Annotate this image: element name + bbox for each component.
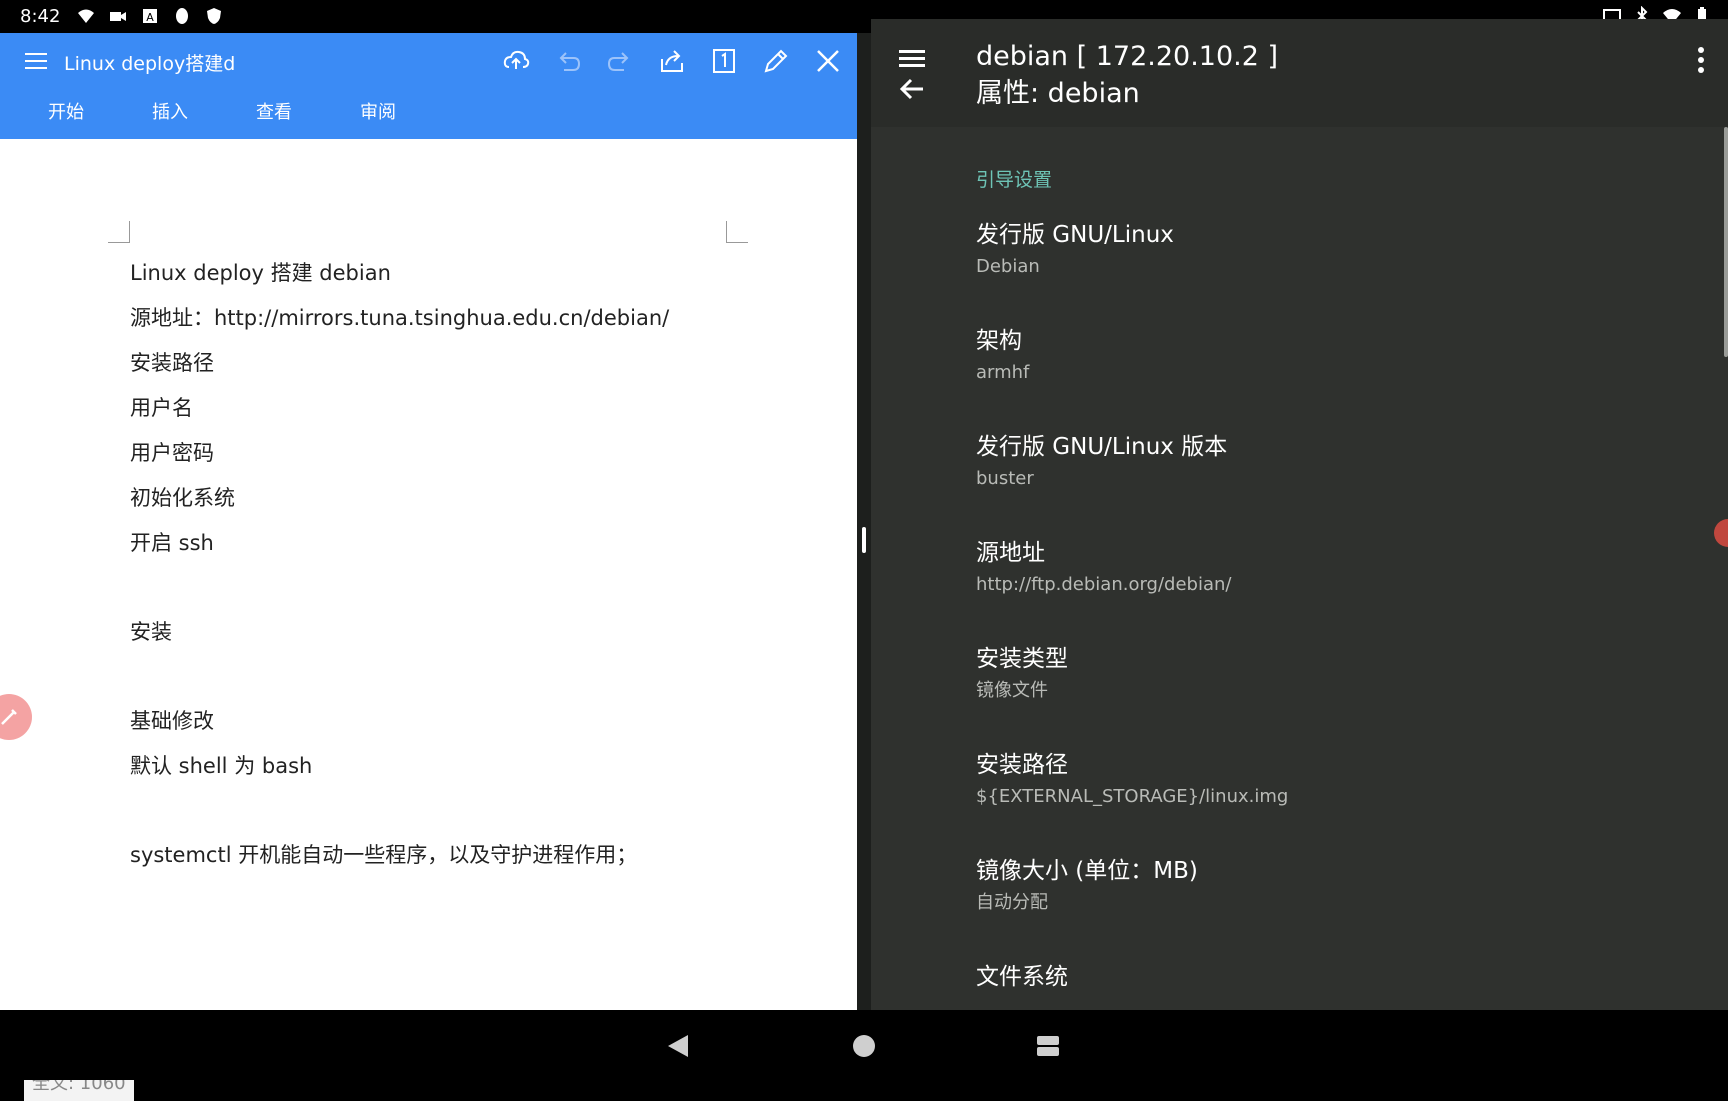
doc-title: Linux deploy搭建d [64,53,236,75]
pref-summary: 自动分配 [976,892,1048,913]
page-number-button[interactable] [706,43,742,79]
hamburger-menu-icon[interactable] [22,47,50,75]
svg-text:A: A [146,11,154,24]
cloud-upload-icon [503,50,530,69]
font-a-icon: A [143,9,157,24]
status-left-icons: A [76,6,224,26]
pref-suite[interactable]: 发行版 GNU/Linux 版本 buster [976,407,1716,513]
pref-title: 安装路径 [976,752,1068,778]
pref-summary: Debian [976,256,1040,277]
tab-review[interactable]: 审阅 [326,93,430,139]
undo-button[interactable] [550,43,586,79]
pref-title: 文件系统 [976,964,1068,990]
doc-line: 安装路径 [130,351,214,375]
pref-title: 架构 [976,328,1022,354]
navigation-bar [0,1010,1728,1080]
floating-edit-button[interactable] [0,694,32,740]
split-screen-handle[interactable] [862,527,866,553]
pref-source-path[interactable]: 源地址 http://ftp.debian.org/debian/ [976,513,1716,619]
page-number-icon [713,49,735,73]
nav-back-icon[interactable] [666,1033,690,1059]
tab-insert[interactable]: 插入 [118,93,222,139]
pref-summary: http://ftp.debian.org/debian/ [976,574,1232,595]
pref-title: 发行版 GNU/Linux 版本 [976,434,1228,460]
brush-icon [1,709,17,725]
floating-assistant-dot[interactable] [1714,519,1728,547]
redo-icon [607,52,629,71]
pref-summary: armhf [976,362,1030,383]
doc-line: 开启 ssh [130,531,214,555]
doc-line [130,789,830,833]
pref-title: 发行版 GNU/Linux [976,222,1174,248]
pref-title: 镜像大小 (单位：MB) [976,858,1198,884]
doc-line: 安装 [130,620,172,644]
doc-line: 用户密码 [130,441,214,465]
doc-editor-pane: Linux deploy搭建d 开始 插入 查看 审阅 Linux deploy… [0,33,857,1101]
doc-toolbar: Linux deploy搭建d 开始 插入 查看 审阅 [0,33,857,139]
pref-summary: ${EXTERNAL_STORAGE}/linux.img [976,786,1289,807]
ld-title: debian [ 172.20.10.2 ] [976,41,1279,72]
status-time: 8:42 [20,6,61,27]
section-header: 引导设置 [976,169,1053,191]
doc-line: 用户名 [130,396,193,420]
doc-line: systemctl 开机能自动一些程序，以及守护进程作用； [130,843,638,867]
more-vert-icon[interactable] [1696,45,1706,75]
doc-line: 基础修改 [130,709,214,733]
split-screen-divider[interactable] [857,33,871,1010]
wifi-question-icon [78,9,94,23]
pref-install-path[interactable]: 安装路径 ${EXTERNAL_STORAGE}/linux.img [976,725,1716,831]
share-button[interactable] [654,43,690,79]
doc-line: Linux deploy 搭建 debian [130,261,391,285]
doc-tabs: 开始 插入 查看 审阅 [0,93,430,139]
page-corner-mark [726,221,748,243]
document-page[interactable]: Linux deploy 搭建 debian 源地址：http://mirror… [0,139,857,1101]
scrollbar[interactable] [1724,127,1728,357]
pref-title: 安装类型 [976,646,1068,672]
pref-install-type[interactable]: 安装类型 镜像文件 [976,619,1716,725]
page-corner-mark [108,221,130,243]
document-body[interactable]: Linux deploy 搭建 debian 源地址：http://mirror… [130,251,830,878]
close-button[interactable] [810,43,846,79]
video-camera-icon [110,12,126,21]
settings-list: 引导设置 发行版 GNU/Linux Debian 架构 armhf 发行版 G… [976,127,1716,1043]
doc-tools [498,43,846,79]
ld-toolbar: debian [ 172.20.10.2 ] 属性: debian [871,19,1728,127]
back-arrow-icon[interactable] [897,75,927,103]
edit-button[interactable] [758,43,794,79]
pref-summary: 镜像文件 [976,680,1048,701]
undo-icon [559,52,581,71]
pencil-icon [764,49,788,73]
pref-title: 源地址 [976,540,1045,566]
cloud-upload-button[interactable] [498,43,534,79]
ld-subtitle: 属性: debian [976,78,1140,109]
pref-image-size[interactable]: 镜像大小 (单位：MB) 自动分配 [976,831,1716,937]
share-icon [661,50,683,72]
linux-deploy-pane: debian [ 172.20.10.2 ] 属性: debian 引导设置 发… [871,19,1728,1010]
doc-line: 源地址：http://mirrors.tuna.tsinghua.edu.cn/… [130,306,670,330]
shield-icon [207,8,221,24]
tab-view[interactable]: 查看 [222,93,326,139]
nav-home-icon[interactable] [853,1035,875,1057]
redo-button[interactable] [602,43,638,79]
tab-start[interactable]: 开始 [14,93,118,139]
qq-penguin-icon [176,8,188,24]
pref-distribution[interactable]: 发行版 GNU/Linux Debian [976,195,1716,301]
nav-recents-icon[interactable] [1036,1034,1060,1058]
close-icon [817,50,839,72]
doc-line: 默认 shell 为 bash [130,754,313,778]
pref-summary: buster [976,468,1034,489]
doc-line [130,655,830,699]
doc-line: 初始化系统 [130,486,235,510]
pref-architecture[interactable]: 架构 armhf [976,301,1716,407]
doc-line [130,566,830,610]
hamburger-menu-icon[interactable] [897,47,927,71]
